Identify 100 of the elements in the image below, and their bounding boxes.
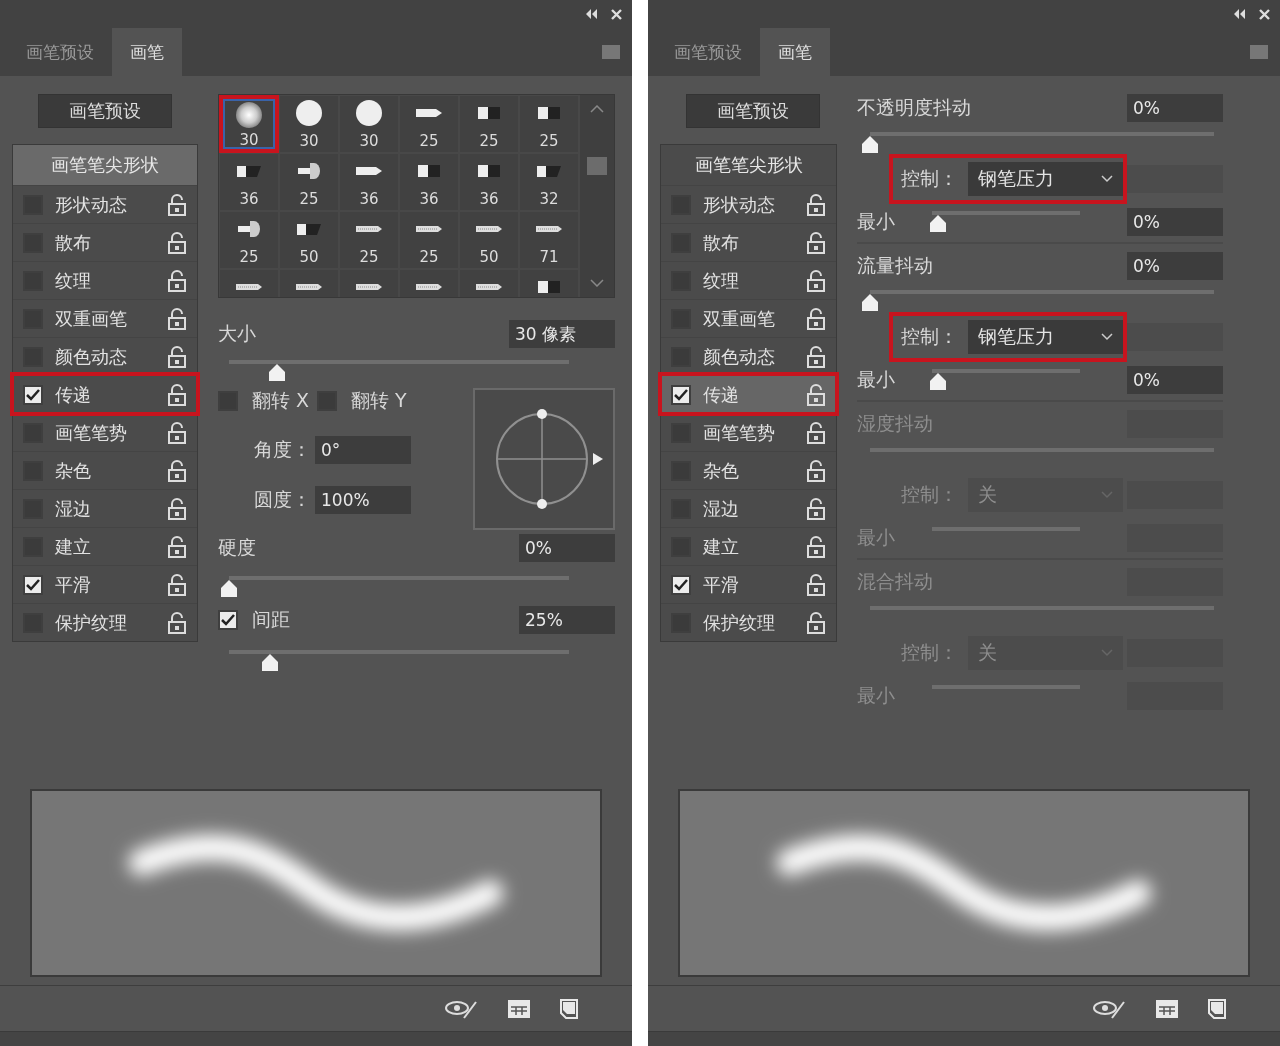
value-field[interactable]: 0% bbox=[519, 534, 615, 562]
value-field[interactable]: 30 像素 bbox=[509, 320, 615, 348]
brush-tip[interactable]: 25 bbox=[399, 95, 459, 153]
lock-icon[interactable] bbox=[167, 307, 187, 330]
list-item[interactable]: 保护纹理 bbox=[13, 603, 197, 641]
lock-icon[interactable] bbox=[167, 345, 187, 368]
checkbox[interactable] bbox=[671, 574, 691, 595]
grid-icon[interactable] bbox=[508, 999, 530, 1018]
slider-thumb[interactable] bbox=[267, 364, 286, 381]
lock-icon[interactable] bbox=[806, 459, 826, 482]
list-item[interactable]: 平滑 bbox=[13, 565, 197, 603]
brush-tip[interactable]: 36 bbox=[219, 153, 279, 211]
lock-icon[interactable] bbox=[167, 611, 187, 634]
slider-thumb[interactable] bbox=[928, 373, 947, 390]
list-item[interactable]: 双重画笔 bbox=[661, 299, 836, 337]
list-item[interactable]: 颜色动态 bbox=[13, 337, 197, 375]
control-dropdown[interactable]: 钢笔压力 bbox=[968, 162, 1123, 196]
value-field[interactable]: 0% bbox=[1127, 208, 1223, 236]
lock-icon[interactable] bbox=[167, 421, 187, 444]
list-item[interactable]: 双重画笔 bbox=[13, 299, 197, 337]
list-item[interactable]: 杂色 bbox=[13, 451, 197, 489]
slider-thumb[interactable] bbox=[861, 294, 879, 311]
lock-icon[interactable] bbox=[806, 269, 826, 292]
brush-tip[interactable]: 50 bbox=[459, 211, 519, 269]
collapse-icon[interactable] bbox=[585, 9, 597, 19]
new-page-icon[interactable] bbox=[1208, 998, 1226, 1019]
collapse-icon[interactable] bbox=[1233, 9, 1245, 19]
lock-icon[interactable] bbox=[806, 345, 826, 368]
slider-thumb[interactable] bbox=[861, 136, 879, 153]
brush-tip[interactable]: 25 bbox=[519, 95, 579, 153]
list-item[interactable]: 杂色 bbox=[661, 451, 836, 489]
list-item[interactable]: 散布 bbox=[661, 223, 836, 261]
list-item[interactable]: 湿边 bbox=[13, 489, 197, 527]
lock-icon[interactable] bbox=[167, 459, 187, 482]
lock-icon[interactable] bbox=[806, 611, 826, 634]
lock-icon[interactable] bbox=[806, 383, 826, 406]
lock-icon[interactable] bbox=[806, 231, 826, 254]
slider-thumb[interactable] bbox=[260, 654, 279, 671]
close-icon[interactable] bbox=[611, 8, 622, 20]
lock-icon[interactable] bbox=[806, 421, 826, 444]
chevron-down-icon[interactable] bbox=[590, 279, 604, 287]
checkbox[interactable] bbox=[671, 384, 691, 405]
value-field[interactable]: 100% bbox=[315, 486, 411, 514]
slider-thumb[interactable] bbox=[220, 580, 238, 597]
list-item[interactable]: 湿边 bbox=[661, 489, 836, 527]
checkbox[interactable] bbox=[23, 384, 43, 405]
lock-icon[interactable] bbox=[167, 269, 187, 292]
tab[interactable]: 画笔 bbox=[112, 28, 182, 76]
brush-tip[interactable]: 30 bbox=[339, 95, 399, 153]
brush-tip[interactable]: 30 bbox=[279, 95, 339, 153]
list-item[interactable]: 形状动态 bbox=[661, 185, 836, 223]
brush-tip[interactable]: 25 bbox=[219, 211, 279, 269]
list-item[interactable]: 建立 bbox=[13, 527, 197, 565]
list-item[interactable]: 纹理 bbox=[13, 261, 197, 299]
brush-tip[interactable]: 36 bbox=[399, 153, 459, 211]
lock-icon[interactable] bbox=[806, 307, 826, 330]
brush-tip[interactable]: 50 bbox=[279, 211, 339, 269]
list-item[interactable]: 形状动态 bbox=[13, 185, 197, 223]
list-item[interactable]: 保护纹理 bbox=[661, 603, 836, 641]
chevron-up-icon[interactable] bbox=[590, 105, 604, 113]
lock-icon[interactable] bbox=[806, 193, 826, 216]
checkbox[interactable] bbox=[218, 610, 238, 630]
value-field[interactable]: 25% bbox=[519, 606, 615, 634]
control-dropdown[interactable]: 钢笔压力 bbox=[968, 320, 1123, 354]
lock-icon[interactable] bbox=[806, 573, 826, 596]
brush-tip[interactable]: 25 bbox=[459, 95, 519, 153]
list-item[interactable]: 纹理 bbox=[661, 261, 836, 299]
value-field[interactable]: 0% bbox=[1127, 252, 1223, 280]
brush-tip[interactable]: 25 bbox=[279, 153, 339, 211]
lock-icon[interactable] bbox=[167, 231, 187, 254]
brush-tip[interactable]: 32 bbox=[519, 153, 579, 211]
lock-icon[interactable] bbox=[167, 497, 187, 520]
brush-tip[interactable]: 36 bbox=[459, 153, 519, 211]
grid-icon[interactable] bbox=[1156, 999, 1178, 1018]
list-item[interactable]: 散布 bbox=[13, 223, 197, 261]
lock-icon[interactable] bbox=[167, 535, 187, 558]
list-item[interactable]: 传递 bbox=[13, 375, 197, 413]
value-field[interactable]: 0° bbox=[315, 436, 411, 464]
value-field[interactable]: 0% bbox=[1127, 94, 1223, 122]
list-item[interactable]: 画笔笔势 bbox=[661, 413, 836, 451]
lock-icon[interactable] bbox=[806, 497, 826, 520]
brush-presets-button[interactable]: 画笔预设 bbox=[686, 94, 820, 128]
eye-slash-icon[interactable] bbox=[444, 998, 478, 1019]
lock-icon[interactable] bbox=[806, 535, 826, 558]
lock-icon[interactable] bbox=[167, 193, 187, 216]
brush-tip[interactable]: 25 bbox=[339, 211, 399, 269]
brush-tip[interactable]: 36 bbox=[339, 153, 399, 211]
checkbox[interactable] bbox=[218, 391, 238, 411]
close-icon[interactable] bbox=[1259, 8, 1270, 20]
value-field[interactable]: 0% bbox=[1127, 366, 1223, 394]
list-item[interactable]: 传递 bbox=[661, 375, 836, 413]
brush-tip[interactable]: 71 bbox=[519, 211, 579, 269]
scrollbar-thumb[interactable] bbox=[587, 157, 607, 175]
brush-presets-button[interactable]: 画笔预设 bbox=[38, 94, 172, 128]
new-page-icon[interactable] bbox=[560, 998, 578, 1019]
checkbox[interactable] bbox=[23, 574, 43, 595]
tab[interactable]: 画笔 bbox=[760, 28, 830, 76]
brush-tip[interactable]: 30 bbox=[219, 95, 279, 153]
angle-roundness-drawing[interactable] bbox=[473, 388, 615, 530]
eye-slash-icon[interactable] bbox=[1092, 998, 1126, 1019]
